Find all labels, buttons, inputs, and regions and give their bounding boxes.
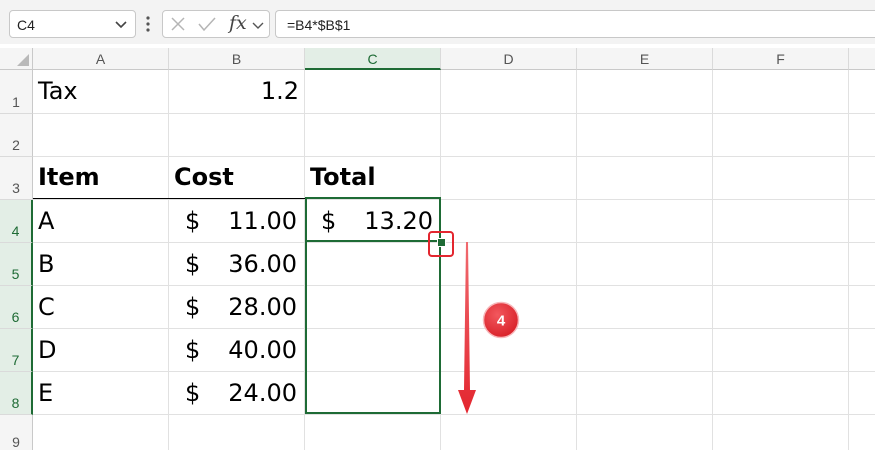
row-number: 1: [12, 94, 20, 110]
name-box-value: C4: [17, 17, 35, 33]
currency-symbol: $: [185, 379, 201, 407]
currency-symbol: $: [185, 336, 201, 364]
gridline: [712, 70, 713, 450]
row-number: 6: [11, 309, 20, 325]
row-header-3[interactable]: 3: [0, 157, 33, 200]
currency-symbol: $: [185, 293, 201, 321]
name-box[interactable]: C4: [9, 10, 136, 38]
cell-b8[interactable]: $ 24.00: [169, 379, 305, 409]
cancel-icon[interactable]: [170, 16, 186, 32]
cell-a1[interactable]: Tax: [33, 77, 169, 105]
cost-value: 24.00: [228, 379, 297, 407]
row-header-6[interactable]: 6: [0, 286, 33, 329]
cell-b6[interactable]: $ 28.00: [169, 293, 305, 323]
row-header-7[interactable]: 7: [0, 329, 33, 372]
column-header-f[interactable]: F: [713, 48, 849, 70]
cell-b3[interactable]: Cost: [169, 163, 305, 191]
function-icon[interactable]: fx: [229, 12, 247, 34]
arrow-down-icon: [458, 242, 476, 414]
row-header-1[interactable]: 1: [0, 70, 33, 114]
select-all-button[interactable]: [0, 48, 33, 70]
cell-b5[interactable]: $ 36.00: [169, 250, 305, 280]
column-header-e[interactable]: E: [577, 48, 713, 70]
cost-value: 40.00: [228, 336, 297, 364]
fill-handle-highlight: [428, 231, 454, 257]
column-header-b[interactable]: B: [169, 48, 305, 70]
chevron-down-icon[interactable]: [251, 18, 265, 32]
currency-symbol: $: [185, 207, 201, 235]
row-header-5[interactable]: 5: [0, 243, 33, 286]
cell-c3[interactable]: Total: [305, 163, 441, 191]
formula-input[interactable]: =B4*$B$1: [275, 10, 875, 38]
column-header-c[interactable]: C: [305, 48, 441, 70]
row-header-8[interactable]: 8: [0, 372, 33, 415]
cell-a5[interactable]: B: [33, 250, 169, 278]
row-number: 5: [11, 266, 20, 282]
step-number: 4: [497, 313, 506, 330]
row-number: 4: [11, 223, 20, 239]
column-header-a[interactable]: A: [33, 48, 169, 70]
row-number: 9: [12, 434, 20, 450]
gridline: [33, 113, 875, 114]
cost-value: 36.00: [228, 250, 297, 278]
gridline: [576, 70, 577, 450]
more-vertical-icon[interactable]: [146, 15, 150, 33]
row-number: 7: [11, 352, 20, 368]
column-header-d[interactable]: D: [441, 48, 577, 70]
gridline: [33, 199, 875, 200]
step-badge: 4: [482, 301, 520, 339]
cell-b4[interactable]: $ 11.00: [169, 207, 305, 237]
check-icon[interactable]: [198, 16, 216, 32]
row-number: 8: [11, 395, 20, 411]
formula-actions: fx: [162, 10, 270, 38]
header-underline: [33, 198, 305, 199]
column-header-g[interactable]: [849, 48, 875, 70]
cell-a7[interactable]: D: [33, 336, 169, 364]
currency-symbol: $: [185, 250, 201, 278]
active-cell-border: [305, 197, 441, 242]
row-header-9[interactable]: 9: [0, 415, 33, 450]
cell-a3[interactable]: Item: [33, 163, 169, 191]
row-number: 2: [12, 137, 20, 153]
cost-value: 28.00: [228, 293, 297, 321]
formula-bar: C4 fx =B4*$B$1: [0, 0, 875, 44]
chevron-down-icon[interactable]: [113, 16, 129, 32]
row-number: 3: [12, 180, 20, 196]
cell-a4[interactable]: A: [33, 207, 169, 235]
cell-a8[interactable]: E: [33, 379, 169, 407]
select-all-icon: [17, 54, 29, 66]
row-header-2[interactable]: 2: [0, 114, 33, 157]
row-header-4[interactable]: 4: [0, 200, 33, 243]
cost-value: 11.00: [228, 207, 297, 235]
gridline: [848, 70, 849, 450]
formula-text: =B4*$B$1: [287, 17, 351, 33]
gridline: [33, 156, 875, 157]
cell-a6[interactable]: C: [33, 293, 169, 321]
cell-b7[interactable]: $ 40.00: [169, 336, 305, 366]
cell-b1[interactable]: 1.2: [169, 77, 305, 105]
